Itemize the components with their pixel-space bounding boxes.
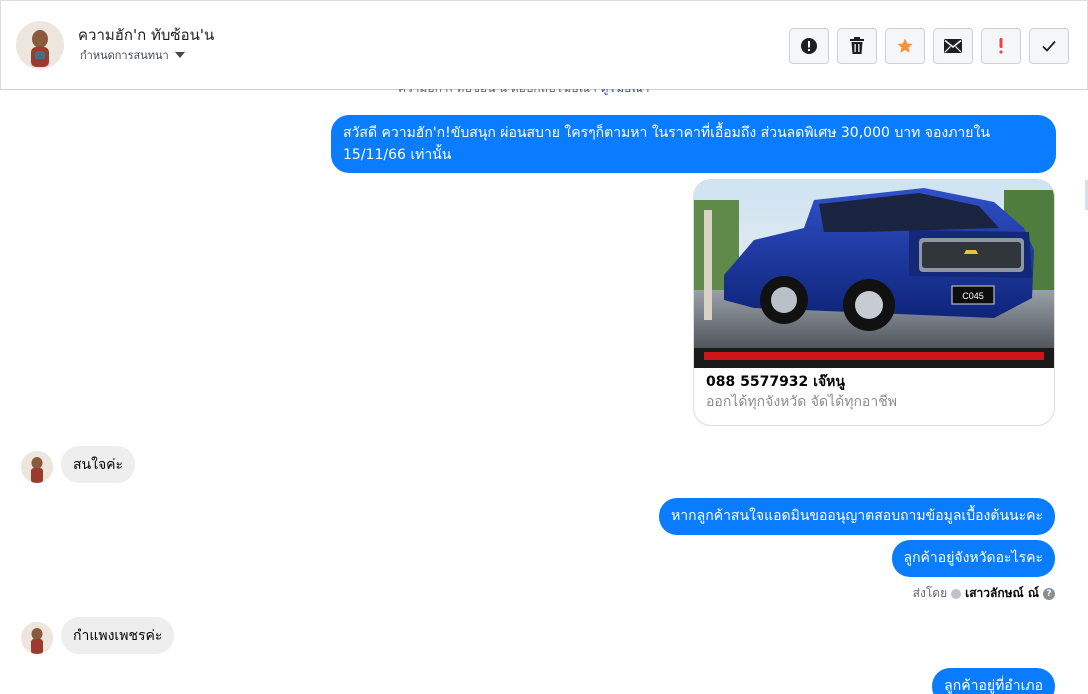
outgoing-message[interactable]: สวัสดี ความฮัก'ก!ขับสนุก ผ่อนสบาย ใครๆก็… <box>331 115 1056 173</box>
outgoing-message[interactable]: ลูกค้าอยู่จังหวัดอะไรคะ <box>891 540 1055 577</box>
contact-avatar[interactable] <box>16 21 64 69</box>
trash-icon <box>850 37 864 54</box>
mark-unread-button[interactable] <box>933 28 973 64</box>
mail-icon <box>944 39 962 53</box>
spam-icon <box>999 38 1003 54</box>
plate-text: C045 <box>962 291 984 301</box>
contact-avatar-small[interactable] <box>21 451 53 483</box>
message-text: ลูกค้าอยู่ที่อำเภอ <box>944 678 1043 694</box>
sent-by-label: ส่งโดย <box>912 586 948 600</box>
conversation-header: ความฮัก'ก ทับซ้อน'น กำหนดการสนทนา <box>0 0 1088 90</box>
sent-by-info: ส่งโดย เสาวลักษณ์ ณ์ ? <box>913 584 1055 603</box>
help-icon[interactable]: ? <box>1043 587 1055 600</box>
report-button[interactable] <box>789 28 829 64</box>
verified-icon <box>951 588 962 599</box>
card-description: ออกได้ทุกจังหวัด จัดได้ทุกอาชีพ <box>706 394 897 410</box>
report-icon <box>801 38 817 54</box>
schedule-label: กำหนดการสนทนา <box>80 49 169 62</box>
check-icon <box>1042 40 1056 52</box>
contact-name: ความฮัก'ก ทับซ้อน'น <box>78 26 215 44</box>
car-ad-image: C045 <box>694 180 1054 368</box>
incoming-message[interactable]: สนใจค่ะ <box>61 446 136 483</box>
star-icon <box>897 38 913 53</box>
sender-name[interactable]: เสาวลักษณ์ ณ์ <box>965 584 1039 603</box>
message-text: สวัสดี ความฮัก'ก!ขับสนุก ผ่อนสบาย ใครๆก็… <box>343 125 990 163</box>
star-button[interactable] <box>885 28 925 64</box>
ad-card[interactable]: C045 088 5577932 เจ๊หนู ออกได้ทุกจังหวัด… <box>693 179 1055 426</box>
message-text: ลูกค้าอยู่จังหวัดอะไรคะ <box>903 550 1044 566</box>
action-toolbar <box>789 28 1069 64</box>
mark-done-button[interactable] <box>1029 28 1069 64</box>
message-text: หากลูกค้าสนใจแอดมินขออนุญาตสอบถามข้อมูลเ… <box>671 508 1043 524</box>
incoming-message[interactable]: กำแพงเพชรค่ะ <box>61 617 175 654</box>
outgoing-message[interactable]: หากลูกค้าสนใจแอดมินขออนุญาตสอบถามข้อมูลเ… <box>659 498 1055 535</box>
conversation-schedule-dropdown[interactable]: กำหนดการสนทนา <box>80 46 185 64</box>
mark-spam-button[interactable] <box>981 28 1021 64</box>
contact-avatar-small[interactable] <box>21 622 53 654</box>
message-text: สนใจค่ะ <box>73 457 124 473</box>
outgoing-message[interactable]: ลูกค้าอยู่ที่อำเภอ <box>932 668 1055 694</box>
chevron-down-icon <box>174 52 185 58</box>
message-text: กำแพงเพชรค่ะ <box>73 628 163 644</box>
delete-button[interactable] <box>837 28 877 64</box>
card-title: 088 5577932 เจ๊หนู <box>706 374 845 390</box>
